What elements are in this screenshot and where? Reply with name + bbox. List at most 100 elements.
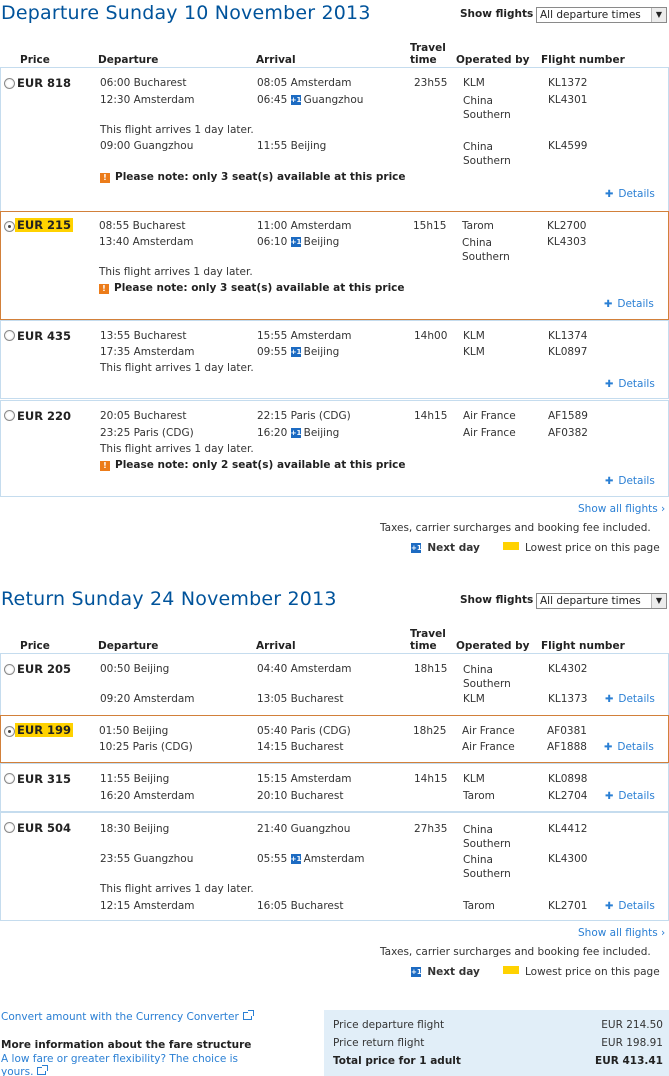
col-price: Price xyxy=(20,640,50,652)
plus-icon: ✚ xyxy=(605,901,614,912)
lowest-price-swatch xyxy=(503,966,519,974)
warning-icon: ! xyxy=(99,284,109,294)
details-link[interactable]: ✚ Details xyxy=(605,900,655,912)
operator: KLM xyxy=(463,346,485,358)
price-departure-value: EUR 214.50 xyxy=(601,1019,663,1031)
flight-number: KL2701 xyxy=(548,900,588,912)
flight-option-ret-3[interactable]: EUR 315 11:55 Beijing 15:15 Amsterdam 14… xyxy=(0,763,669,812)
flight-option-out-4[interactable]: EUR 220 20:05 Bucharest 22:15 Paris (CDG… xyxy=(0,400,669,497)
total-price-label: Total price for 1 adult xyxy=(333,1055,461,1067)
return-title: Return Sunday 24 November 2013 xyxy=(1,588,337,610)
price-return-value: EUR 198.91 xyxy=(601,1037,663,1049)
segment-arrival: 09:55 +1 Beijing xyxy=(257,346,340,358)
flight-number: KL4412 xyxy=(548,823,588,835)
flight-radio-selected[interactable] xyxy=(4,726,15,737)
segment-departure: 23:25 Paris (CDG) xyxy=(100,427,194,439)
flight-radio-selected[interactable] xyxy=(4,221,15,232)
external-link-icon xyxy=(37,1065,49,1075)
taxes-note: Taxes, carrier surcharges and booking fe… xyxy=(380,522,651,534)
segment-departure: 01:50 Beijing xyxy=(99,725,169,737)
flight-radio[interactable] xyxy=(4,773,15,784)
segment-arrival: 11:00 Amsterdam xyxy=(257,220,352,232)
details-link[interactable]: ✚ Details xyxy=(605,790,655,802)
segment-departure: 00:50 Beijing xyxy=(100,663,170,675)
col-operated-by: Operated by xyxy=(456,640,530,652)
segment-departure: 09:00 Guangzhou xyxy=(100,140,194,152)
travel-time: 27h35 xyxy=(414,823,448,835)
fare-choice-link[interactable]: A low fare or greater flexibility? The c… xyxy=(1,1053,261,1076)
details-link[interactable]: ✚ Details xyxy=(604,298,654,310)
arrival-time: 06:45 xyxy=(257,94,288,106)
flight-option-out-3[interactable]: EUR 435 13:55 Bucharest 15:55 Amsterdam … xyxy=(0,320,669,399)
flight-number: AF0381 xyxy=(547,725,587,737)
next-day-icon: +1 xyxy=(290,95,302,105)
operator: Tarom xyxy=(462,220,494,232)
flight-number: KL0898 xyxy=(548,773,588,785)
operator: KLM xyxy=(463,693,485,705)
segment-departure: 10:25 Paris (CDG) xyxy=(99,741,193,753)
segment-departure: 11:55 Beijing xyxy=(100,773,170,785)
flight-price: EUR 504 xyxy=(17,821,72,835)
travel-time: 23h55 xyxy=(414,77,448,89)
arrives-later-note: This flight arrives 1 day later. xyxy=(100,443,254,455)
flight-option-ret-2[interactable]: EUR 199 01:50 Beijing 05:40 Paris (CDG) … xyxy=(0,715,669,763)
operator: China Southern xyxy=(463,854,511,880)
show-all-flights-link[interactable]: Show all flights › xyxy=(578,503,665,515)
total-price-value: EUR 413.41 xyxy=(595,1055,663,1067)
flight-number: AF0382 xyxy=(548,427,588,439)
arrives-later-note: This flight arrives 1 day later. xyxy=(100,362,254,374)
show-all-flights-link[interactable]: Show all flights › xyxy=(578,927,665,939)
flight-radio[interactable] xyxy=(4,410,15,421)
price-departure-label: Price departure flight xyxy=(333,1019,445,1031)
plus-icon: ✚ xyxy=(604,742,613,753)
next-day-icon: +1 xyxy=(290,854,302,864)
travel-time: 18h15 xyxy=(414,663,448,675)
segment-departure: 08:55 Bucharest xyxy=(99,220,186,232)
return-time-select-value: All departure times xyxy=(540,595,641,607)
next-day-icon: +1 xyxy=(290,237,302,247)
next-day-icon: +1 xyxy=(411,967,422,977)
next-day-icon: +1 xyxy=(290,428,302,438)
flight-number: KL4303 xyxy=(547,236,587,248)
departure-time-select[interactable]: All departure times ▼ xyxy=(536,7,667,23)
flight-number: KL4599 xyxy=(548,140,588,152)
arrives-later-note: This flight arrives 1 day later. xyxy=(100,124,254,136)
flight-option-ret-1[interactable]: EUR 205 00:50 Beijing 04:40 Amsterdam 18… xyxy=(0,653,669,716)
col-flight-number: Flight number xyxy=(541,54,625,66)
col-operated-by: Operated by xyxy=(456,54,530,66)
flight-radio[interactable] xyxy=(4,330,15,341)
segment-departure: 17:35 Amsterdam xyxy=(100,346,195,358)
col-arrival: Arrival xyxy=(256,54,296,66)
col-departure: Departure xyxy=(98,54,159,66)
flight-number: KL4301 xyxy=(548,94,588,106)
flight-option-ret-4[interactable]: EUR 504 18:30 Beijing 21:40 Guangzhou 27… xyxy=(0,812,669,921)
segment-arrival: 05:55 +1 Amsterdam xyxy=(257,853,365,865)
segment-arrival: 16:05 Bucharest xyxy=(257,900,344,912)
flight-radio[interactable] xyxy=(4,78,15,89)
currency-converter-link[interactable]: Convert amount with the Currency Convert… xyxy=(1,1010,254,1023)
flight-price: EUR 818 xyxy=(17,76,72,90)
plus-icon: ✚ xyxy=(605,694,614,705)
taxes-note: Taxes, carrier surcharges and booking fe… xyxy=(380,946,651,958)
segment-departure: 06:00 Bucharest xyxy=(100,77,187,89)
operator: China Southern xyxy=(463,141,511,167)
flight-price: EUR 205 xyxy=(17,662,72,676)
flight-radio[interactable] xyxy=(4,822,15,833)
segment-arrival: 06:10 +1 Beijing xyxy=(257,236,340,248)
details-link[interactable]: ✚ Details xyxy=(605,188,655,200)
flight-option-out-1[interactable]: EUR 818 06:00 Bucharest 08:05 Amsterdam … xyxy=(0,67,669,212)
flight-radio[interactable] xyxy=(4,664,15,675)
operator: Tarom xyxy=(463,900,495,912)
flight-option-out-2[interactable]: EUR 215 08:55 Bucharest 11:00 Amsterdam … xyxy=(0,211,669,320)
details-link[interactable]: ✚ Details xyxy=(605,693,655,705)
return-time-select[interactable]: All departure times ▼ xyxy=(536,593,667,609)
flight-price: EUR 315 xyxy=(17,772,72,786)
details-link[interactable]: ✚ Details xyxy=(605,378,655,390)
plus-icon: ✚ xyxy=(605,189,614,200)
details-link[interactable]: ✚ Details xyxy=(604,741,654,753)
col-departure: Departure xyxy=(98,640,159,652)
travel-time: 14h15 xyxy=(414,410,448,422)
details-link[interactable]: ✚ Details xyxy=(605,475,655,487)
flight-price: EUR 435 xyxy=(17,329,72,343)
flight-number: KL1372 xyxy=(548,77,588,89)
